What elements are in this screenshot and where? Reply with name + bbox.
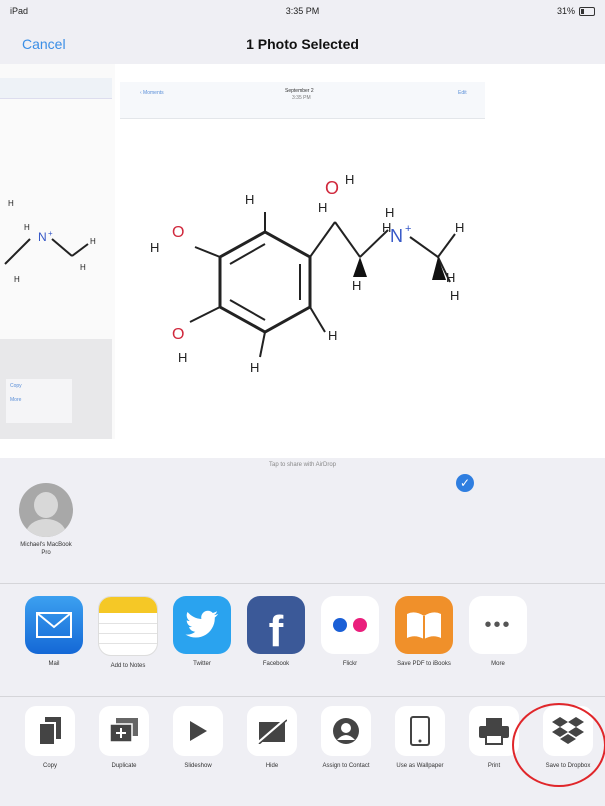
action-dropbox-label: Save to Dropbox — [545, 763, 591, 769]
atom-h-ring-right: H — [328, 328, 337, 343]
share-more[interactable]: ••• More — [462, 596, 534, 696]
mail-icon — [25, 596, 83, 654]
atom-h-n-1: H — [385, 205, 394, 220]
share-mail-label: Mail — [48, 661, 60, 667]
thumb-h-2: H — [24, 223, 30, 232]
action-assign-to-contact[interactable]: Assign to Contact — [310, 706, 382, 806]
status-bar: iPad 3:35 PM 31% — [0, 0, 605, 22]
thumb-plus: + — [48, 229, 53, 238]
page-title: 1 Photo Selected — [246, 36, 359, 52]
thumb-h-4: H — [14, 275, 20, 284]
share-mail[interactable]: Mail — [18, 596, 90, 696]
airdrop-contact-name: Michael's MacBook Pro — [20, 542, 72, 556]
actions-row: Copy Duplicate Slideshow Hide Assign to … — [0, 706, 605, 806]
action-print-label: Print — [487, 763, 501, 769]
contact-icon — [321, 706, 371, 756]
thumb-menu-copy: Copy — [10, 383, 22, 389]
share-twitter-label: Twitter — [193, 661, 211, 667]
ibooks-icon — [395, 596, 453, 654]
facebook-icon: f — [247, 596, 305, 656]
share-ibooks[interactable]: Save PDF to iBooks — [388, 596, 460, 696]
photo-inner-toolbar: ‹ Moments September 2 3:35 PM Edit — [120, 82, 485, 119]
notes-icon — [98, 596, 158, 656]
nav-bar: Cancel 1 Photo Selected — [0, 22, 605, 64]
action-copy-label: Copy — [42, 763, 57, 769]
share-notes-label: Add to Notes — [110, 663, 146, 669]
action-duplicate-label: Duplicate — [111, 763, 137, 769]
selected-photo[interactable]: ‹ Moments September 2 3:35 PM Edit O H O… — [120, 82, 485, 442]
atom-h-me-2: H — [450, 288, 459, 303]
atom-h-o3: H — [345, 172, 354, 187]
airdrop-contact[interactable]: Michael's MacBook Pro — [16, 483, 76, 557]
copy-icon — [25, 706, 75, 756]
clock: 3:35 PM — [285, 6, 320, 16]
airdrop-hint: Tap to share with AirDrop — [268, 462, 337, 468]
atom-n: N — [390, 226, 403, 246]
atom-h-ring-bottom: H — [250, 360, 259, 375]
atom-o-3: O — [325, 178, 339, 198]
atom-h-o1: H — [150, 240, 159, 255]
action-hide[interactable]: Hide — [236, 706, 308, 806]
thumb-h-1: H — [8, 199, 14, 208]
battery-percent: 31% — [556, 6, 575, 16]
battery-indicator: 31% — [557, 6, 595, 16]
dropbox-icon — [543, 706, 593, 756]
share-apps-row: Mail Add to Notes Twitter f Facebook Fli… — [0, 596, 605, 697]
action-use-as-wallpaper[interactable]: Use as Wallpaper — [384, 706, 456, 806]
action-save-to-dropbox[interactable]: Save to Dropbox — [532, 706, 604, 806]
photo-inner-subtitle: 3:35 PM — [292, 95, 311, 101]
battery-icon — [579, 6, 595, 16]
photo-inner-title: September 2 — [285, 88, 314, 94]
atom-n-plus: + — [405, 223, 411, 235]
epinephrine-structure: O H O H H H H H O H H H H N + H H H — [150, 172, 464, 375]
thumb-h-5: H — [80, 263, 86, 272]
share-ibooks-label: Save PDF to iBooks — [397, 661, 451, 667]
thumbnail-toolbar — [0, 78, 112, 99]
share-facebook[interactable]: f Facebook — [240, 596, 312, 696]
twitter-icon — [173, 596, 231, 654]
photo-inner-edit: Edit — [458, 90, 467, 96]
share-add-to-notes[interactable]: Add to Notes — [92, 596, 164, 696]
atom-h-ring-top: H — [245, 192, 254, 207]
flickr-icon — [321, 596, 379, 654]
atom-h-me-3: H — [446, 270, 455, 285]
airdrop-section: Michael's MacBook Pro — [0, 475, 605, 584]
more-icon: ••• — [469, 596, 527, 654]
share-twitter[interactable]: Twitter — [166, 596, 238, 696]
ipad-icon — [395, 706, 445, 756]
share-facebook-label: Facebook — [262, 661, 290, 667]
atom-h-o2: H — [178, 350, 187, 365]
atom-h-chiral: H — [318, 200, 327, 215]
avatar — [19, 483, 73, 537]
atom-h-ch2: H — [352, 278, 361, 293]
thumbnail-molecule: H H N + H H H — [4, 199, 96, 284]
action-wallpaper-label: Use as Wallpaper — [396, 763, 444, 769]
action-slideshow-label: Slideshow — [184, 763, 212, 769]
share-flickr-label: Flickr — [342, 661, 358, 667]
thumb-h-3: H — [90, 237, 96, 246]
atom-o-2: O — [172, 326, 184, 343]
action-hide-label: Hide — [265, 763, 279, 769]
photo-preview-area: H H N + H H H Copy More ‹ Moments Septem… — [0, 64, 605, 492]
thumbnail-menu: Copy More — [6, 379, 72, 423]
duplicate-icon — [99, 706, 149, 756]
thumb-menu-more: More — [10, 397, 22, 403]
action-slideshow[interactable]: Slideshow — [162, 706, 234, 806]
printer-icon — [469, 706, 519, 756]
action-assign-label: Assign to Contact — [322, 763, 370, 769]
share-more-label: More — [491, 661, 505, 667]
atom-o-1: O — [172, 224, 184, 241]
action-copy[interactable]: Copy — [14, 706, 86, 806]
play-icon — [173, 706, 223, 756]
photo-inner-back: ‹ Moments — [140, 90, 164, 96]
action-print[interactable]: Print — [458, 706, 530, 806]
previous-photo-thumbnail[interactable]: H H N + H H H Copy More — [0, 64, 115, 439]
action-duplicate[interactable]: Duplicate — [88, 706, 160, 806]
hide-icon — [247, 706, 297, 756]
thumb-n: N — [38, 230, 47, 244]
atom-h-me-1: H — [455, 220, 464, 235]
share-flickr[interactable]: Flickr — [314, 596, 386, 696]
